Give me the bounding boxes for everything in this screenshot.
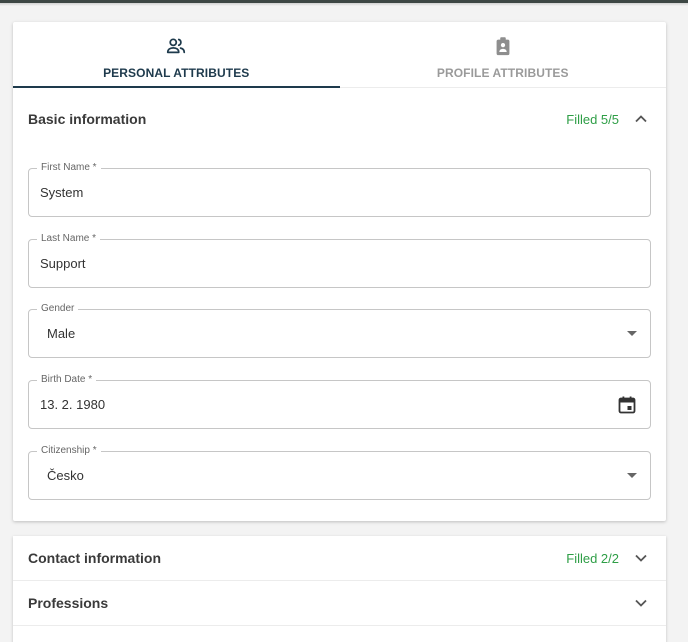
tab-personal-attributes[interactable]: PERSONAL ATTRIBUTES [13,22,340,88]
tab-bar: PERSONAL ATTRIBUTES PROFILE ATTRIBUTES [13,22,666,88]
gender-select[interactable]: Gender Male [28,303,651,358]
professions-title: Professions [28,595,109,611]
last-name-label: Last Name * [37,233,101,245]
gender-label: Gender [37,303,79,315]
last-name-value: Support [40,256,86,271]
birth-date-field[interactable]: Birth Date * 13. 2. 1980 [28,374,651,429]
chevron-up-icon[interactable] [633,111,649,127]
tab-profile-attributes[interactable]: PROFILE ATTRIBUTES [340,22,667,87]
collapsed-sections-card: Contact information Filled 2/2 Professio… [13,536,666,642]
dropdown-caret-icon[interactable] [627,331,637,336]
badge-icon [496,37,510,56]
top-bar-shadow [0,3,688,6]
citizenship-value: Česko [47,468,84,483]
calendar-icon[interactable] [617,395,637,415]
chevron-down-icon[interactable] [633,550,649,566]
last-name-field[interactable]: Last Name * Support [28,233,651,288]
contact-information-title: Contact information [28,550,161,566]
tab-personal-attributes-label: PERSONAL ATTRIBUTES [103,66,250,80]
first-name-value: System [40,185,84,200]
contact-information-status: Filled 2/2 [566,550,619,566]
section-divider [13,625,666,626]
gender-value: Male [47,326,76,341]
basic-information-status: Filled 5/5 [566,111,619,127]
basic-information-header[interactable]: Basic information Filled 5/5 [13,88,666,150]
basic-information-title: Basic information [28,111,147,127]
citizenship-select[interactable]: Citizenship * Česko [28,445,651,500]
tab-profile-attributes-label: PROFILE ATTRIBUTES [436,66,569,80]
contact-information-header[interactable]: Contact information Filled 2/2 [13,536,666,580]
chevron-down-icon[interactable] [633,595,649,611]
first-name-label: First Name * [37,162,101,174]
attributes-card: PERSONAL ATTRIBUTES PROFILE ATTRIBUTES B… [13,22,666,521]
citizenship-label: Citizenship * [37,445,101,457]
professions-header[interactable]: Professions [13,581,666,625]
birth-date-label: Birth Date * [37,374,97,386]
dropdown-caret-icon[interactable] [627,473,637,478]
birth-date-value: 13. 2. 1980 [40,397,106,412]
people-icon [167,38,186,54]
first-name-field[interactable]: First Name * System [28,162,651,217]
